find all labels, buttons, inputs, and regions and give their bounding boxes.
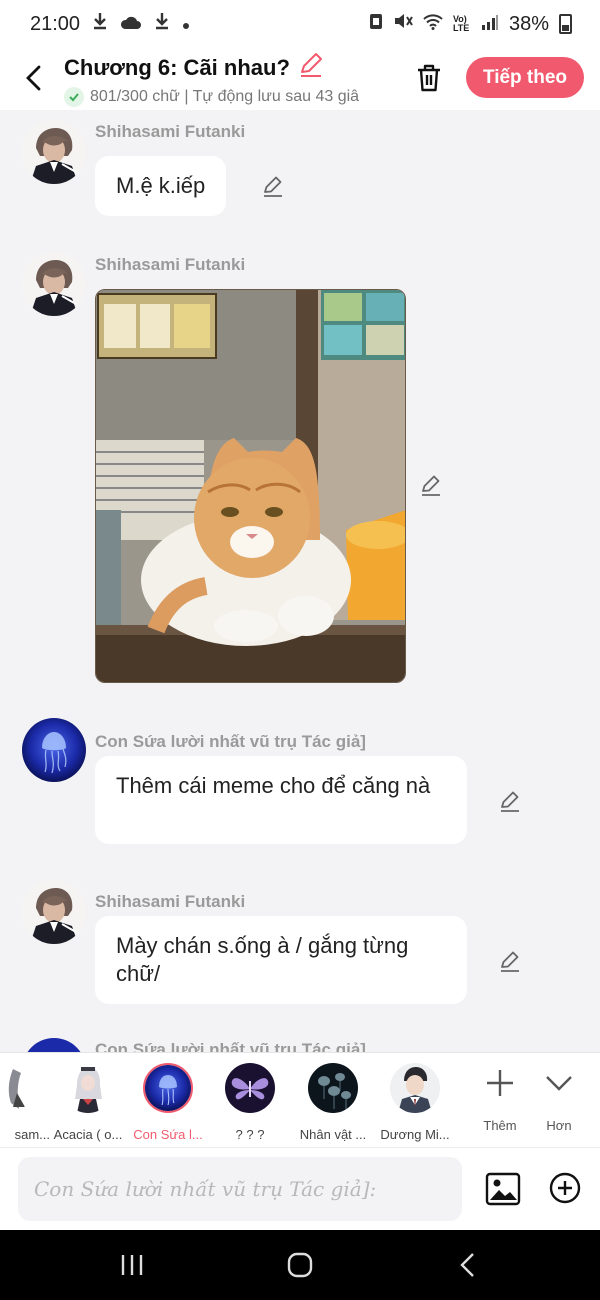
character-name: Nhân vật ... bbox=[299, 1127, 367, 1142]
editor-header: Chương 6: Cãi nhau? 801/300 chữ | Tự độn… bbox=[0, 48, 600, 110]
status-time: 21:00 bbox=[30, 12, 81, 35]
character-bar: sam... Acacia ( o... Con Sứa l... ? ? ? … bbox=[0, 1052, 600, 1147]
delete-button[interactable] bbox=[412, 60, 446, 96]
status-bar: 21:00 Vo) LTE 38% bbox=[0, 0, 600, 48]
message-bubble[interactable]: Mày chán s.ống à / gắng từng chữ/ bbox=[95, 916, 467, 1004]
plus-icon bbox=[487, 1070, 513, 1096]
image-message[interactable] bbox=[95, 289, 406, 683]
character-item[interactable]: Nhân vật ... bbox=[291, 1063, 375, 1142]
chevron-left-icon bbox=[26, 65, 41, 91]
sender-name: Con Sứa lười nhất vũ trụ Tác giả] bbox=[95, 1040, 366, 1052]
chevron-down-icon bbox=[546, 1076, 572, 1091]
recent-apps-button[interactable] bbox=[112, 1248, 152, 1282]
character-name: Acacia ( o... bbox=[53, 1127, 123, 1142]
home-icon bbox=[287, 1252, 313, 1278]
character-avatar-image bbox=[22, 120, 86, 184]
character-avatar bbox=[0, 1063, 33, 1113]
sender-name: Shihasami Futanki bbox=[95, 255, 246, 274]
battery-icon bbox=[559, 14, 572, 34]
edit-title-icon[interactable] bbox=[298, 52, 324, 83]
character-item[interactable]: Dương Mi... bbox=[373, 1063, 457, 1142]
recents-icon bbox=[121, 1255, 143, 1275]
edit-message-icon[interactable] bbox=[497, 948, 523, 974]
system-nav-bar bbox=[0, 1230, 600, 1300]
character-avatar bbox=[390, 1063, 440, 1113]
avatar[interactable] bbox=[22, 880, 86, 944]
edit-message-icon[interactable] bbox=[497, 788, 523, 814]
character-item[interactable]: sam... bbox=[0, 1063, 50, 1142]
image-icon bbox=[485, 1172, 521, 1206]
grumpy-cat-meme-image bbox=[96, 290, 405, 682]
cloud-icon bbox=[120, 13, 142, 36]
wifi-icon bbox=[423, 13, 443, 36]
character-item[interactable]: ? ? ? bbox=[208, 1063, 292, 1142]
message-input[interactable] bbox=[18, 1157, 462, 1221]
character-item[interactable]: Acacia ( o... bbox=[46, 1063, 130, 1142]
download-icon bbox=[92, 11, 108, 37]
sender-name: Con Sứa lười nhất vũ trụ Tác giả] bbox=[95, 732, 366, 751]
character-avatar bbox=[143, 1063, 193, 1113]
add-label: Thêm bbox=[483, 1118, 517, 1133]
more-options-button[interactable] bbox=[547, 1170, 583, 1206]
character-name: Con Sứa l... bbox=[133, 1127, 203, 1142]
mute-icon bbox=[393, 12, 413, 36]
chat-feed[interactable]: Shihasami Futanki M.ệ k.iếp Shihasami Fu… bbox=[0, 110, 600, 1052]
more-label: Hơn bbox=[546, 1118, 572, 1133]
sender-name: Shihasami Futanki bbox=[95, 122, 246, 141]
network-label: Vo) LTE bbox=[452, 14, 470, 33]
dot-icon bbox=[182, 13, 190, 36]
character-avatar-image bbox=[22, 252, 86, 316]
plus-circle-icon bbox=[549, 1172, 581, 1204]
chapter-title: Chương 6: Cãi nhau? bbox=[64, 54, 290, 80]
saved-check-icon bbox=[64, 87, 84, 107]
compose-bar bbox=[0, 1147, 600, 1230]
chapter-title-area: Chương 6: Cãi nhau? 801/300 chữ | Tự độn… bbox=[64, 52, 394, 107]
character-avatar bbox=[225, 1063, 275, 1113]
sender-name: Shihasami Futanki bbox=[95, 892, 246, 911]
home-button[interactable] bbox=[280, 1248, 320, 1282]
more-button[interactable]: Hơn bbox=[532, 1067, 586, 1133]
character-name: sam... bbox=[14, 1127, 50, 1142]
trash-icon bbox=[418, 64, 440, 92]
next-button[interactable]: Tiếp theo bbox=[466, 57, 584, 98]
system-back-button[interactable] bbox=[448, 1248, 488, 1282]
back-button[interactable] bbox=[18, 60, 50, 96]
back-arrow-icon bbox=[460, 1253, 474, 1277]
avatar[interactable] bbox=[22, 252, 86, 316]
jellyfish-avatar-image bbox=[22, 1038, 86, 1052]
character-name: Dương Mi... bbox=[380, 1127, 450, 1142]
insert-image-button[interactable] bbox=[484, 1170, 522, 1208]
signal-icon bbox=[481, 13, 499, 36]
jellyfish-avatar-image bbox=[22, 718, 86, 782]
word-count-status: 801/300 chữ | Tự động lưu sau 43 giâ bbox=[90, 88, 360, 105]
add-character-button[interactable]: Thêm bbox=[473, 1067, 527, 1133]
character-avatar-image bbox=[22, 880, 86, 944]
avatar[interactable] bbox=[22, 1038, 86, 1052]
character-item-active[interactable]: Con Sứa l... bbox=[126, 1063, 210, 1142]
character-name: ? ? ? bbox=[235, 1127, 265, 1142]
message-bubble[interactable]: M.ệ k.iếp bbox=[95, 156, 227, 216]
character-avatar bbox=[63, 1063, 113, 1113]
edit-message-icon[interactable] bbox=[418, 472, 444, 498]
edit-message-icon[interactable] bbox=[260, 173, 286, 199]
download-icon bbox=[154, 11, 170, 37]
clipboard-icon bbox=[369, 12, 383, 36]
avatar[interactable] bbox=[22, 718, 86, 782]
avatar[interactable] bbox=[22, 120, 86, 184]
battery-percent: 38% bbox=[508, 12, 549, 35]
message-bubble[interactable]: Thêm cái meme cho để căng nà bbox=[95, 756, 467, 844]
character-avatar bbox=[308, 1063, 358, 1113]
